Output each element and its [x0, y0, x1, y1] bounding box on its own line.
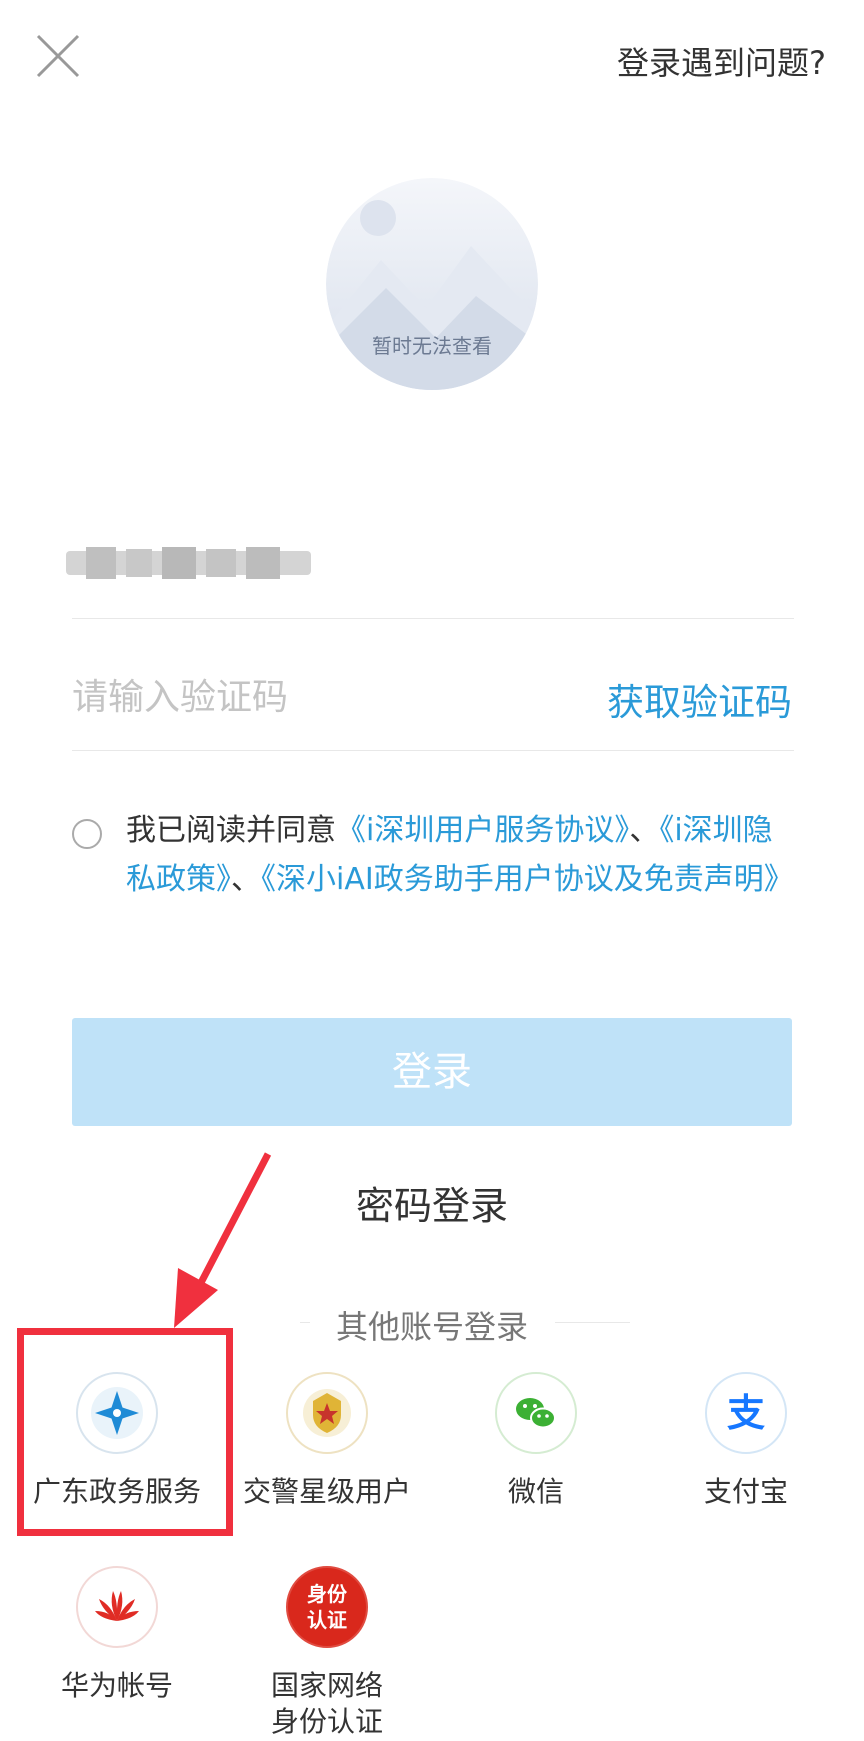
national-id-icon-text: 身份认证	[307, 1582, 347, 1632]
provider-national-id[interactable]: 身份认证 国家网络 身份认证	[237, 1566, 417, 1740]
ai-assistant-agreement-link[interactable]: 《深小iAI政务助手用户协议及免责声明》	[261, 862, 794, 897]
phone-number-masked	[66, 547, 311, 579]
agreement-separator: 、	[629, 813, 660, 848]
login-button[interactable]: 登录	[72, 1018, 792, 1126]
phone-divider	[72, 618, 794, 619]
agreement-checkbox[interactable]	[72, 819, 102, 849]
login-help-link[interactable]: 登录遇到问题?	[617, 38, 826, 84]
wechat-icon	[495, 1372, 577, 1454]
provider-huawei[interactable]: 华为帐号	[27, 1566, 207, 1704]
provider-label: 支付宝	[703, 1475, 788, 1508]
close-icon[interactable]	[30, 28, 86, 84]
code-divider	[72, 750, 794, 751]
huawei-icon	[76, 1566, 158, 1648]
alipay-icon: 支	[705, 1372, 787, 1454]
provider-alipay[interactable]: 支 支付宝	[656, 1372, 836, 1510]
agreement-separator: 、	[231, 862, 261, 897]
provider-label: 国家网络 身份认证	[270, 1669, 383, 1738]
verification-code-input[interactable]	[72, 668, 532, 726]
provider-label: 华为帐号	[60, 1669, 173, 1702]
user-service-agreement-link[interactable]: 《i深圳用户服务协议》	[336, 813, 629, 848]
national-id-auth-icon: 身份认证	[286, 1566, 368, 1648]
annotation-arrow-icon	[174, 1152, 272, 1328]
divider-right	[555, 1322, 630, 1323]
provider-label: 微信	[507, 1475, 564, 1508]
avatar-placeholder-text: 暂时无法查看	[372, 334, 492, 358]
traffic-police-badge-icon	[286, 1372, 368, 1454]
get-code-button[interactable]: 获取验证码	[607, 672, 792, 726]
password-login-link[interactable]: 密码登录	[0, 1175, 864, 1230]
annotation-highlight-box	[17, 1328, 233, 1536]
agreement-prefix: 我已阅读并同意	[126, 813, 336, 848]
provider-wechat[interactable]: 微信	[446, 1372, 626, 1510]
svg-text:支: 支	[727, 1391, 765, 1435]
agreement-text: 我已阅读并同意《i深圳用户服务协议》、《i深圳隐私政策》、《深小iAI政务助手用…	[126, 806, 802, 904]
provider-traffic-police[interactable]: 交警星级用户	[237, 1372, 417, 1510]
provider-label: 交警星级用户	[242, 1475, 411, 1508]
